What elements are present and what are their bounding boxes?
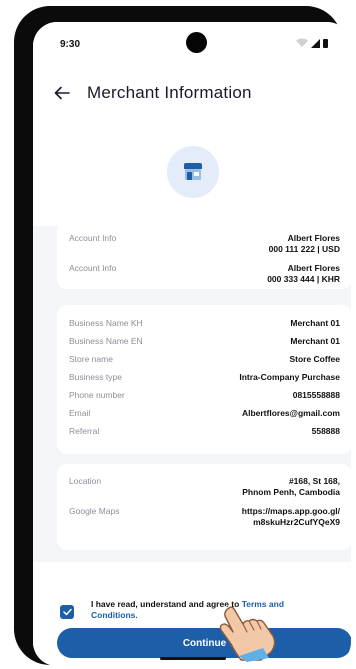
google-maps-url-line1: https://maps.app.goo.gl/ — [241, 506, 340, 516]
location-value: #168, St 168, Phnom Penh, Cambodia — [242, 476, 340, 498]
tap-hand-icon — [213, 606, 276, 662]
email-row: Email Albertflores@gmail.com — [69, 408, 340, 419]
business-name-en-value: Merchant 01 — [290, 336, 340, 346]
phone-number-row: Phone number 0815558888 — [69, 390, 340, 401]
google-maps-url-line2: m8skuHzr2CufYQeX9 — [253, 517, 340, 527]
continue-button[interactable]: Continue — [57, 628, 351, 658]
header: Merchant Information — [33, 56, 351, 116]
account-name: Albert Flores — [287, 233, 340, 243]
referral-row: Referral 558888 — [69, 426, 340, 437]
location-card: Location #168, St 168, Phnom Penh, Cambo… — [57, 464, 351, 550]
status-bar: 9:30 — [33, 22, 351, 56]
business-name-kh-row: Business Name KH Merchant 01 — [69, 318, 340, 329]
terms-text: I have read, understand and agree to Ter… — [91, 599, 331, 621]
business-name-kh-label: Business Name KH — [69, 318, 143, 328]
account-number: 000 333 444 | KHR — [267, 274, 340, 284]
camera-cutout — [186, 32, 207, 53]
page-title: Merchant Information — [87, 83, 252, 102]
arrow-left-icon[interactable] — [54, 86, 70, 100]
location-row: Location #168, St 168, Phnom Penh, Cambo… — [69, 476, 340, 498]
account-info-card: Account Info Albert Flores 000 111 222 |… — [57, 222, 351, 289]
google-maps-label: Google Maps — [69, 506, 120, 516]
account-row-khr: Account Info Albert Flores 000 333 444 |… — [69, 263, 340, 285]
store-name-label: Store name — [69, 354, 113, 364]
referral-label: Referral — [69, 426, 100, 436]
business-name-en-row: Business Name EN Merchant 01 — [69, 336, 340, 347]
check-icon — [62, 608, 72, 616]
account-label: Account Info — [69, 233, 117, 243]
phone-frame: 9:30 Merchant Information Account Info A… — [14, 6, 351, 666]
status-icons — [296, 38, 328, 48]
location-label: Location — [69, 476, 102, 486]
business-type-row: Business type Intra-Company Purchase — [69, 372, 340, 383]
email-value: Albertflores@gmail.com — [241, 408, 340, 418]
phone-number-label: Phone number — [69, 390, 125, 400]
referral-value: 558888 — [311, 426, 340, 436]
location-line2: Phnom Penh, Cambodia — [242, 487, 340, 497]
account-value: Albert Flores 000 333 444 | KHR — [267, 263, 340, 285]
screen: 9:30 Merchant Information Account Info A… — [33, 22, 351, 666]
store-icon — [184, 163, 202, 180]
business-type-value: Intra-Company Purchase — [239, 372, 340, 382]
email-label: Email — [69, 408, 91, 418]
store-avatar — [167, 146, 219, 198]
business-name-kh-value: Merchant 01 — [290, 318, 340, 328]
business-name-en-label: Business Name EN — [69, 336, 143, 346]
wifi-icon — [296, 38, 308, 47]
location-line1: #168, St 168, — [288, 476, 340, 486]
google-maps-link[interactable]: https://maps.app.goo.gl/ m8skuHzr2CufYQe… — [242, 506, 340, 528]
signal-icon — [311, 39, 320, 48]
google-maps-row: Google Maps https://maps.app.goo.gl/ m8s… — [69, 506, 340, 528]
business-type-label: Business type — [69, 372, 122, 382]
business-info-card: Business Name KH Merchant 01 Business Na… — [57, 305, 351, 454]
phone-number-value: 0815558888 — [292, 390, 340, 400]
terms-checkbox[interactable] — [60, 605, 74, 619]
account-label: Account Info — [69, 263, 117, 273]
account-name: Albert Flores — [287, 263, 340, 273]
account-row-usd: Account Info Albert Flores 000 111 222 |… — [69, 233, 340, 255]
store-name-value: Store Coffee — [289, 354, 340, 364]
hero-section — [33, 116, 351, 226]
store-name-row: Store name Store Coffee — [69, 354, 340, 365]
battery-icon — [323, 39, 328, 48]
footer: I have read, understand and agree to Ter… — [33, 562, 351, 666]
account-value: Albert Flores 000 111 222 | USD — [269, 233, 340, 255]
account-number: 000 111 222 | USD — [268, 244, 340, 254]
status-time: 9:30 — [60, 39, 81, 50]
